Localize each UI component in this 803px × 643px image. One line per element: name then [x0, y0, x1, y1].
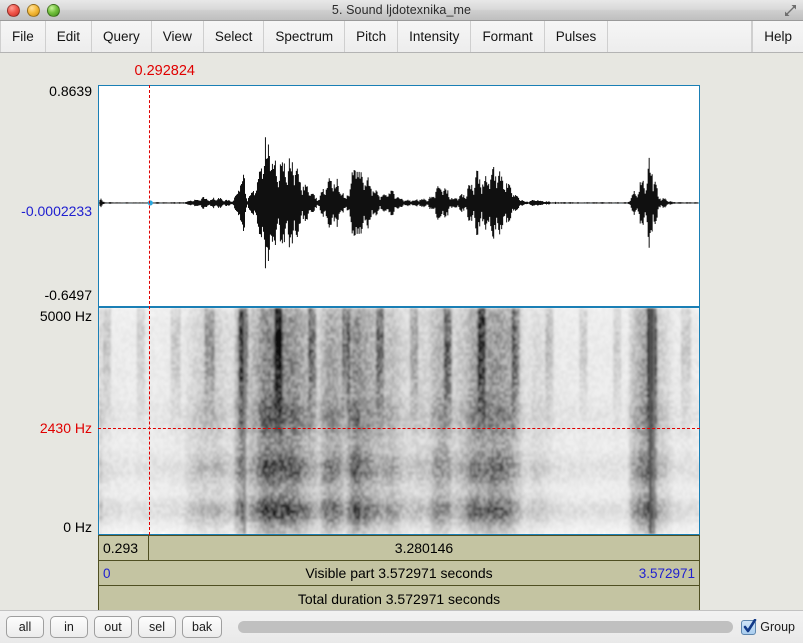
check-icon: [743, 619, 757, 635]
resize-icon[interactable]: [783, 3, 798, 18]
editor-canvas: 0.292824 0.8639 -0.0002233 -0.6497 5000 …: [0, 53, 803, 610]
group-checkbox[interactable]: [741, 620, 756, 635]
menu-edit[interactable]: Edit: [46, 21, 92, 52]
info-bars: 0.293 3.280146 0 Visible part 3.572971 s…: [98, 535, 700, 610]
waveform-zero-label: -0.0002233: [0, 203, 92, 219]
waveform-plot: [99, 86, 699, 306]
menu-query[interactable]: Query: [92, 21, 152, 52]
menubar-spacer: [608, 21, 752, 52]
window-title: 5. Sound ljdotexnika_me: [0, 3, 803, 17]
praat-sound-editor-window: 5. Sound ljdotexnika_me File Edit Query …: [0, 0, 803, 643]
menu-pitch[interactable]: Pitch: [345, 21, 398, 52]
scrollbar-thumb[interactable]: [238, 621, 733, 633]
titlebar: 5. Sound ljdotexnika_me: [0, 0, 803, 21]
total-duration-bar[interactable]: Total duration 3.572971 seconds: [99, 586, 699, 611]
selection-start-value: 0.293: [99, 536, 149, 560]
zoom-button[interactable]: [47, 4, 60, 17]
close-button[interactable]: [7, 4, 20, 17]
bottom-toolbar: all in out sel bak Group: [0, 610, 803, 643]
total-duration-label: Total duration 3.572971 seconds: [99, 591, 699, 607]
window-controls: [7, 4, 60, 17]
spectrogram-fmax-label: 5000 Hz: [0, 308, 92, 324]
menu-help[interactable]: Help: [752, 21, 803, 52]
selection-duration-value: 3.280146: [149, 536, 699, 560]
zoom-sel-button[interactable]: sel: [138, 616, 176, 638]
scrollbar-track[interactable]: [238, 621, 733, 633]
waveform-ymax-label: 0.8639: [0, 83, 92, 99]
menu-pulses[interactable]: Pulses: [545, 21, 609, 52]
waveform-trace: [99, 137, 698, 268]
visible-part-label: Visible part 3.572971 seconds: [99, 565, 699, 581]
zoom-in-button[interactable]: in: [50, 616, 88, 638]
zoom-all-button[interactable]: all: [6, 616, 44, 638]
zoom-out-button[interactable]: out: [94, 616, 132, 638]
waveform-ymin-label: -0.6497: [0, 287, 92, 303]
menubar: File Edit Query View Select Spectrum Pit…: [0, 21, 803, 53]
menu-view[interactable]: View: [152, 21, 204, 52]
menu-select[interactable]: Select: [204, 21, 265, 52]
frequency-cursor-line: [98, 428, 700, 429]
visible-start-value: 0: [103, 566, 111, 581]
spectrogram-fcursor-label: 2430 Hz: [0, 420, 92, 436]
visible-end-value: 3.572971: [639, 566, 695, 581]
spectrogram-plot: [99, 308, 699, 534]
zoom-bak-button[interactable]: bak: [182, 616, 222, 638]
spectrogram-pane[interactable]: [98, 307, 700, 535]
group-control[interactable]: Group: [741, 620, 795, 635]
menu-file[interactable]: File: [0, 21, 46, 52]
waveform-pane[interactable]: [98, 85, 700, 307]
spectrogram-fmin-label: 0 Hz: [0, 519, 92, 535]
menu-spectrum[interactable]: Spectrum: [264, 21, 345, 52]
minimize-button[interactable]: [27, 4, 40, 17]
time-cursor-line: [149, 85, 150, 535]
menu-intensity[interactable]: Intensity: [398, 21, 471, 52]
group-label: Group: [760, 620, 795, 634]
visible-part-bar[interactable]: 0 Visible part 3.572971 seconds 3.572971: [99, 561, 699, 586]
horizontal-scrollbar[interactable]: [238, 616, 733, 638]
selection-bar[interactable]: 0.293 3.280146: [99, 536, 699, 561]
cursor-time-label: 0.292824: [0, 63, 195, 79]
menu-formant[interactable]: Formant: [471, 21, 544, 52]
